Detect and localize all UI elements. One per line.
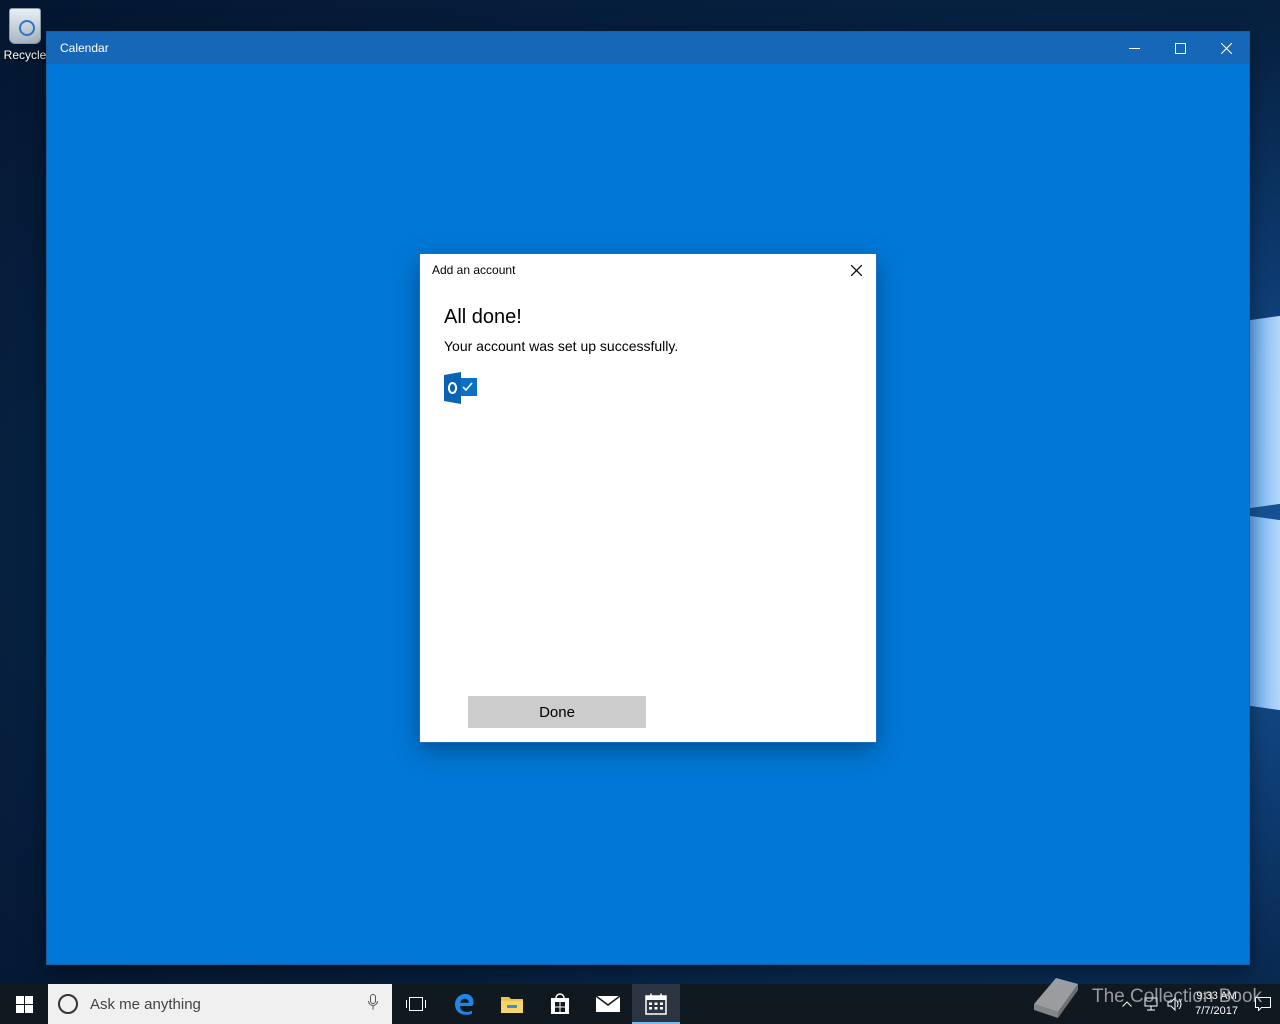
recycle-bin-label: Recycle: [3, 48, 47, 62]
dialog-close-icon[interactable]: [848, 262, 864, 278]
store-icon[interactable]: [536, 984, 584, 1024]
dialog-message: Your account was set up successfully.: [444, 338, 679, 354]
windows-logo-icon: [15, 995, 33, 1013]
watermark-text: The Collection Book: [1092, 986, 1263, 1007]
calendar-icon[interactable]: [632, 984, 680, 1024]
wallpaper-logo-pane: [1250, 515, 1280, 711]
recycle-bin-icon: [9, 8, 41, 44]
add-account-dialog: Add an account All done! Your account wa…: [420, 254, 876, 742]
minimize-icon[interactable]: [1111, 32, 1157, 64]
maximize-icon[interactable]: [1157, 32, 1203, 64]
search-placeholder: Ask me anything: [90, 995, 201, 1013]
close-icon[interactable]: [1203, 32, 1249, 64]
search-box[interactable]: Ask me anything: [48, 984, 392, 1024]
edge-icon[interactable]: [440, 984, 488, 1024]
task-view-icon[interactable]: [392, 984, 440, 1024]
watermark: The Collection Book: [1030, 974, 1262, 1020]
file-explorer-icon[interactable]: [488, 984, 536, 1024]
wallpaper-logo-pane: [1250, 315, 1280, 509]
window-title: Calendar: [60, 41, 109, 55]
cortana-icon: [58, 994, 78, 1014]
dialog-title: Add an account: [432, 263, 516, 277]
window-titlebar[interactable]: Calendar: [47, 32, 1249, 64]
dialog-header: Add an account: [420, 254, 876, 286]
outlook-icon: [444, 371, 478, 405]
done-button[interactable]: Done: [468, 696, 646, 728]
start-button[interactable]: [0, 984, 48, 1024]
mail-icon[interactable]: [584, 984, 632, 1024]
desktop: Recycle Calendar Add an account All done…: [0, 0, 1280, 984]
microphone-icon[interactable]: [368, 993, 378, 1015]
book-icon: [1034, 978, 1078, 1018]
recycle-bin[interactable]: Recycle: [2, 8, 48, 62]
dialog-heading: All done!: [444, 306, 522, 328]
